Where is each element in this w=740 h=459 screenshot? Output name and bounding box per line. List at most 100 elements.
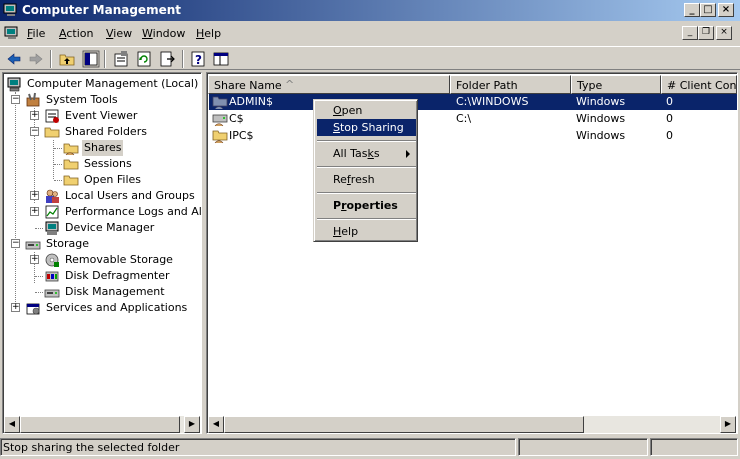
- tree-pane[interactable]: Computer Management (Local) − System Too…: [2, 72, 202, 434]
- collapse-toggle[interactable]: −: [11, 95, 20, 104]
- tree-item-event-viewer[interactable]: + Event Viewer: [3, 108, 201, 124]
- users-group-icon: [46, 189, 59, 203]
- export-list-icon[interactable]: [158, 50, 176, 68]
- tree-connector: [35, 292, 43, 293]
- tree-item-disk-management[interactable]: Disk Management: [3, 284, 201, 300]
- menu-item-properties[interactable]: Properties: [317, 197, 416, 214]
- tree-label: Storage: [46, 237, 90, 250]
- menu-item-help[interactable]: Help: [317, 223, 416, 240]
- expand-toggle[interactable]: +: [30, 191, 39, 200]
- tree-horizontal-scrollbar[interactable]: ◀ ▶: [4, 416, 200, 433]
- share-drive-icon: [212, 114, 228, 127]
- mdi-restore-button[interactable]: ❐: [698, 26, 714, 40]
- menu-file[interactable]: File: [27, 27, 45, 40]
- scroll-left-button[interactable]: ◀: [208, 416, 224, 433]
- status-panel: [650, 438, 738, 456]
- status-text: Stop sharing the selected folder: [3, 441, 180, 454]
- tree-label: Shares: [82, 140, 124, 156]
- tree-item-sessions[interactable]: Sessions: [3, 156, 201, 172]
- scroll-thumb[interactable]: [20, 416, 180, 433]
- title-bar[interactable]: Computer Management _ □ ×: [0, 0, 740, 21]
- share-type: Windows: [576, 129, 626, 142]
- console-window-icon[interactable]: [4, 26, 20, 40]
- menu-separator: [317, 192, 416, 194]
- mdi-minimize-button[interactable]: _: [682, 26, 698, 40]
- expand-toggle[interactable]: +: [30, 207, 39, 216]
- up-level-icon[interactable]: [58, 50, 76, 68]
- show-hide-console-icon[interactable]: [212, 50, 230, 68]
- column-header-client-connections[interactable]: # Client Connections: [661, 75, 737, 94]
- table-row[interactable]: ADMIN$ C:\WINDOWS Windows 0: [209, 94, 737, 110]
- table-row[interactable]: IPC$ Windows 0: [209, 128, 737, 144]
- menu-action[interactable]: Action: [59, 27, 93, 40]
- device-manager-icon: [45, 221, 59, 235]
- menu-item-open[interactable]: Open: [317, 102, 416, 119]
- tree-item-computer-management[interactable]: Computer Management (Local): [3, 76, 201, 92]
- list-pane[interactable]: Share Name ^ Folder Path Type # Client C…: [206, 72, 738, 434]
- disk-defragmenter-icon: [45, 271, 59, 282]
- tree-item-services-applications[interactable]: + Services and Applications: [3, 300, 201, 316]
- tree-item-local-users-groups[interactable]: + Local Users and Groups: [3, 188, 201, 204]
- mdi-close-button[interactable]: ×: [716, 26, 732, 40]
- client-connections: 0: [666, 95, 673, 108]
- table-row[interactable]: C$ C:\ Windows 0: [209, 111, 737, 127]
- expand-toggle[interactable]: +: [30, 111, 39, 120]
- tree-connector: [54, 164, 62, 165]
- status-panel: [518, 438, 648, 456]
- tree-item-system-tools[interactable]: − System Tools: [3, 92, 201, 108]
- submenu-arrow-icon: [406, 150, 410, 158]
- properties-icon[interactable]: [112, 50, 130, 68]
- menu-help[interactable]: Help: [196, 27, 221, 40]
- close-button[interactable]: ×: [718, 3, 734, 17]
- menu-item-all-tasks[interactable]: All Tasks: [317, 145, 416, 162]
- column-header-type[interactable]: Type: [571, 75, 661, 94]
- performance-logs-icon: [45, 205, 59, 219]
- scroll-right-button[interactable]: ▶: [184, 416, 200, 433]
- maximize-button[interactable]: □: [700, 3, 716, 17]
- collapse-toggle[interactable]: −: [11, 239, 20, 248]
- menu-item-stop-sharing[interactable]: Stop Sharing: [317, 119, 416, 136]
- tree-label: Local Users and Groups: [65, 189, 195, 202]
- toolbar-separator: [50, 50, 52, 68]
- shares-folder-icon: [63, 143, 79, 156]
- scroll-left-button[interactable]: ◀: [4, 416, 20, 433]
- tree-item-removable-storage[interactable]: + Removable Storage: [3, 252, 201, 268]
- toolbar-separator: [104, 50, 106, 68]
- scroll-thumb[interactable]: [224, 416, 584, 433]
- system-tools-icon: [26, 92, 40, 107]
- tree-item-shares[interactable]: Shares: [3, 140, 201, 156]
- list-horizontal-scrollbar[interactable]: ◀ ▶: [208, 416, 736, 433]
- forward-icon[interactable]: [27, 50, 45, 68]
- help-icon[interactable]: ?: [189, 50, 207, 68]
- tree-item-storage[interactable]: − Storage: [3, 236, 201, 252]
- share-name: ADMIN$: [229, 95, 273, 108]
- tree-label: Event Viewer: [65, 109, 138, 122]
- tree-item-open-files[interactable]: Open Files: [3, 172, 201, 188]
- scroll-right-button[interactable]: ▶: [720, 416, 736, 433]
- services-applications-icon: [26, 303, 40, 315]
- tree-connector: [54, 180, 62, 181]
- share-folder-icon: [212, 130, 228, 144]
- show-hide-tree-icon[interactable]: [82, 50, 100, 68]
- tree-label: Disk Management: [65, 285, 165, 298]
- minimize-button[interactable]: _: [684, 3, 700, 17]
- storage-icon: [25, 241, 41, 250]
- column-header-share-name[interactable]: Share Name ^: [208, 75, 450, 94]
- tree-label: Services and Applications: [46, 301, 188, 314]
- expand-toggle[interactable]: +: [30, 255, 39, 264]
- tree-item-disk-defragmenter[interactable]: Disk Defragmenter: [3, 268, 201, 284]
- tree-item-shared-folders[interactable]: − Shared Folders: [3, 124, 201, 140]
- collapse-toggle[interactable]: −: [30, 127, 39, 136]
- menu-window[interactable]: Window: [142, 27, 185, 40]
- computer-management-icon: [3, 3, 17, 16]
- tree-item-device-manager[interactable]: Device Manager: [3, 220, 201, 236]
- back-icon[interactable]: [5, 50, 23, 68]
- tree-item-performance-logs[interactable]: + Performance Logs and Alerts: [3, 204, 201, 220]
- menu-item-refresh[interactable]: Refresh: [317, 171, 416, 188]
- refresh-icon[interactable]: [135, 50, 153, 68]
- context-menu: Open Stop Sharing All Tasks Refresh Prop…: [313, 99, 418, 242]
- status-bar: Stop sharing the selected folder: [0, 436, 740, 459]
- column-header-folder-path[interactable]: Folder Path: [450, 75, 571, 94]
- expand-toggle[interactable]: +: [11, 303, 20, 312]
- menu-view[interactable]: View: [106, 27, 132, 40]
